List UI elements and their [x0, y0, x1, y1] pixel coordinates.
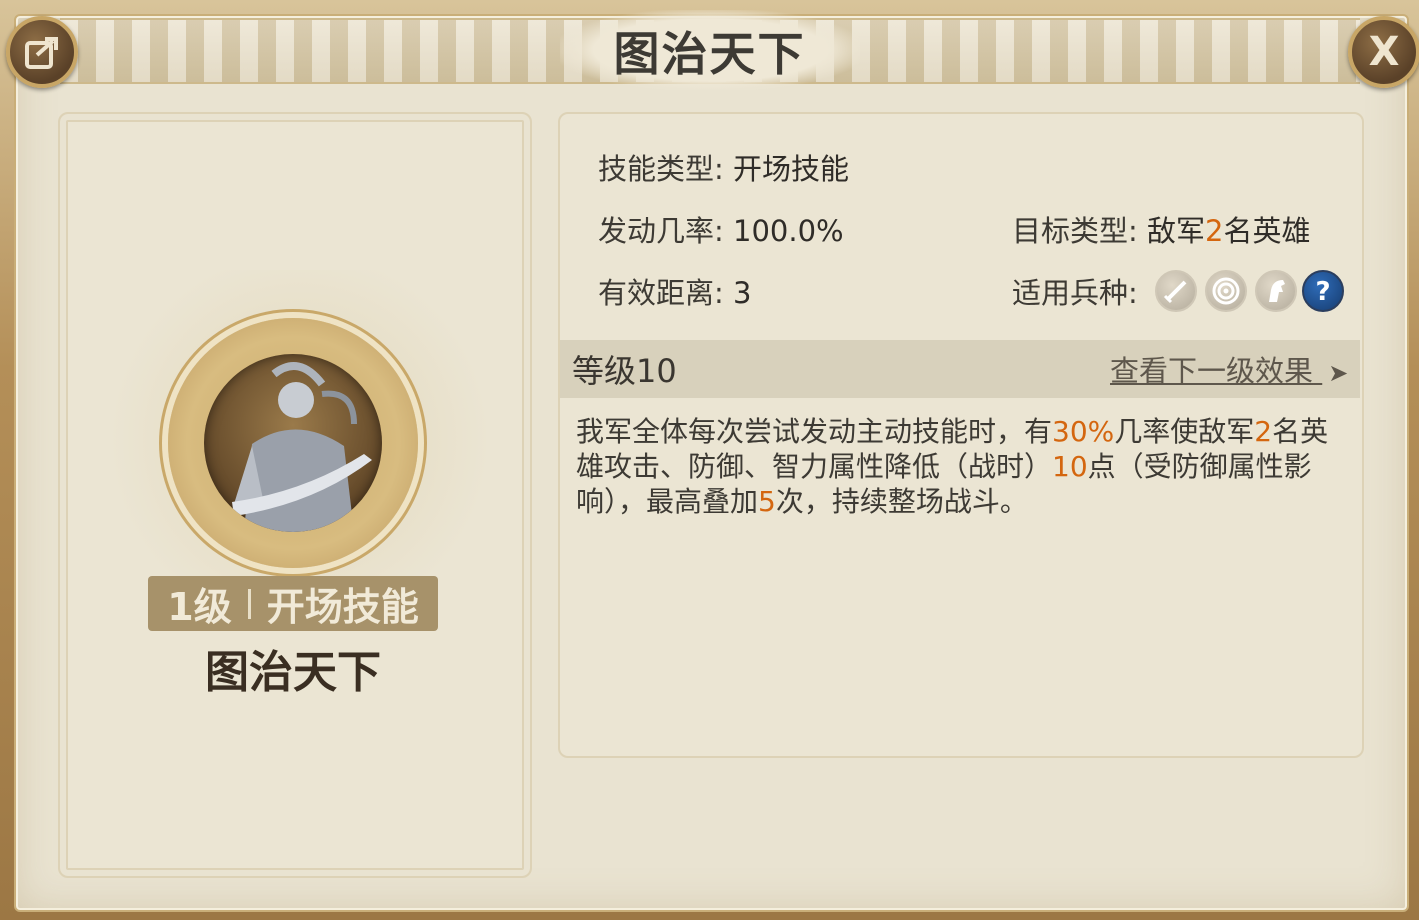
skill-description: 我军全体每次尝试发动主动技能时，有30%几率使敌军2名英雄攻击、防御、智力属性降…	[576, 414, 1346, 519]
window-title: 图治天下	[613, 27, 806, 81]
target-count: 2	[1205, 214, 1224, 248]
trigger-rate-value: 100.0%	[733, 214, 844, 248]
skill-level: 1级	[167, 585, 232, 629]
troop-types-label: 适用兵种:	[1012, 276, 1138, 310]
desc-text-5: 次，持续整场战斗。	[775, 485, 1028, 518]
svg-text:?: ?	[1315, 277, 1330, 307]
trigger-rate-row: 发动几率: 100.0%	[598, 208, 844, 250]
next-level-text: 查看下一级效果	[1110, 354, 1314, 388]
chevron-right-icon: ➤	[1328, 359, 1349, 387]
target-type-label: 目标类型:	[1012, 214, 1138, 248]
next-level-link[interactable]: 查看下一级效果 ➤	[1110, 348, 1348, 390]
desc-highlight-points: 10	[1052, 450, 1088, 483]
share-icon	[25, 37, 58, 69]
desc-highlight-rate: 30%	[1052, 415, 1115, 448]
warrior-portrait-icon	[204, 354, 382, 532]
desc-highlight-count: 2	[1254, 415, 1273, 448]
desc-highlight-stacks: 5	[758, 485, 776, 518]
close-icon: X	[1368, 29, 1400, 75]
range-value: 3	[733, 276, 752, 310]
skill-level-label: 等级10	[572, 352, 677, 390]
share-button[interactable]	[6, 16, 78, 88]
desc-text-2: 几率使敌军	[1114, 415, 1255, 448]
target-type-suffix: 名英雄	[1223, 214, 1311, 248]
skill-type-row: 技能类型: 开场技能	[598, 146, 849, 188]
skill-portrait	[168, 318, 418, 568]
close-button[interactable]: X	[1348, 16, 1419, 88]
skill-name: 图治天下	[205, 647, 381, 698]
skill-level-badge: 1级 开场技能	[148, 576, 438, 631]
sword-icon[interactable]	[1155, 270, 1197, 312]
trigger-rate-label: 发动几率:	[598, 214, 724, 248]
horse-icon[interactable]	[1255, 270, 1297, 312]
target-icon[interactable]	[1205, 270, 1247, 312]
skill-type-label: 技能类型:	[598, 152, 724, 186]
question-icon[interactable]: ?	[1302, 270, 1344, 312]
skill-category: 开场技能	[266, 585, 419, 629]
range-row: 有效距离: 3	[598, 270, 751, 312]
badge-divider	[247, 588, 251, 619]
target-type-row: 目标类型: 敌军2名英雄	[1012, 208, 1310, 250]
skill-type-value: 开场技能	[733, 152, 850, 186]
range-label: 有效距离:	[598, 276, 724, 310]
desc-text-1: 我军全体每次尝试发动主动技能时，有	[576, 415, 1053, 448]
target-type-prefix: 敌军	[1147, 214, 1206, 248]
